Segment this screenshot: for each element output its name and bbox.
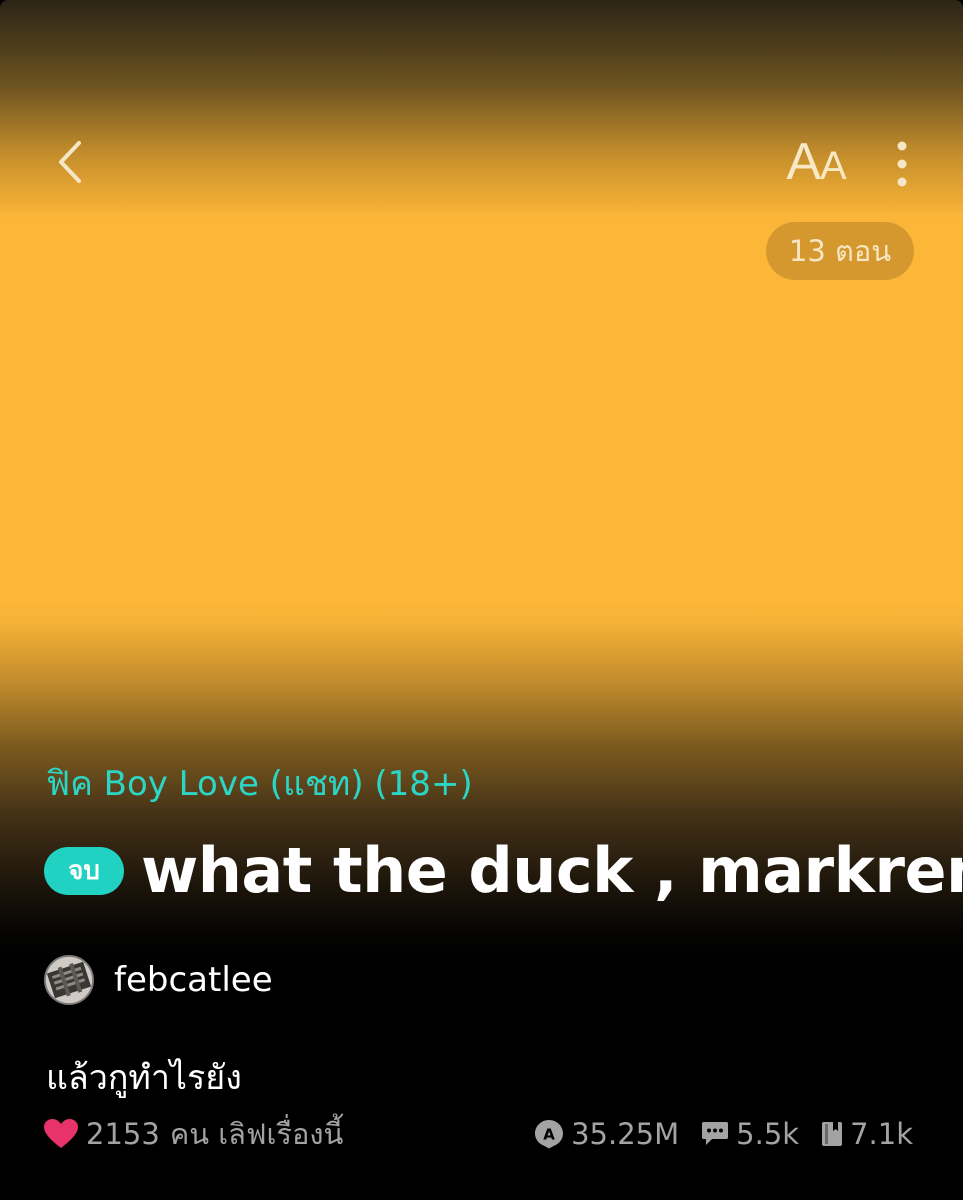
story-title: what the duck , markren: [141, 834, 963, 907]
episodes-badge[interactable]: 13 ตอน: [766, 222, 914, 280]
author-avatar-image: [46, 957, 92, 1003]
story-counts: A 35.25M 5.5k 7.1k: [512, 1117, 913, 1151]
comment-icon: [702, 1122, 729, 1145]
bookmarks-count: 7.1k: [850, 1117, 913, 1151]
love-text: คน เลิฟเรื่องนี้: [169, 1117, 344, 1151]
story-description: แล้วกูทำไรยัง: [46, 1058, 242, 1098]
comments-stat: 5.5k: [701, 1117, 799, 1151]
author-avatar[interactable]: [44, 955, 94, 1005]
font-size-label-big: A: [786, 133, 821, 191]
comments-count: 5.5k: [736, 1117, 800, 1151]
svg-text:A: A: [543, 1126, 555, 1144]
heart-icon: [44, 1119, 78, 1148]
love-count: 2153: [86, 1117, 160, 1151]
font-size-button[interactable]: AA: [776, 130, 856, 194]
bookmarks-stat: 7.1k: [821, 1117, 913, 1151]
views-count: 35.25M: [571, 1117, 680, 1151]
font-size-label-small: A: [820, 144, 847, 188]
back-button[interactable]: [40, 132, 100, 192]
views-icon: A: [535, 1120, 564, 1149]
book-icon: [822, 1122, 843, 1146]
title-row: จบ what the duck , markren: [44, 834, 963, 907]
views-stat: A 35.25M: [534, 1117, 679, 1151]
vertical-ellipsis-icon: [897, 141, 907, 187]
author-name[interactable]: febcatlee: [114, 960, 273, 1000]
font-size-icon: AA: [786, 133, 847, 191]
story-cover-screen: AA 13 ตอน ฟิค Boy Love (แชท) (18+) จบ wh…: [0, 0, 963, 1200]
stats-row: 2153 คน เลิฟเรื่องนี้ A 35.25M 5.5k 7.1k: [44, 1112, 913, 1156]
love-button[interactable]: 2153 คน เลิฟเรื่องนี้: [44, 1111, 343, 1157]
chevron-left-icon: [59, 141, 81, 183]
more-options-button[interactable]: [880, 134, 924, 194]
completed-status-badge: จบ: [44, 846, 124, 895]
story-category[interactable]: ฟิค Boy Love (แชท) (18+): [46, 756, 473, 810]
author-row[interactable]: febcatlee: [44, 955, 273, 1005]
